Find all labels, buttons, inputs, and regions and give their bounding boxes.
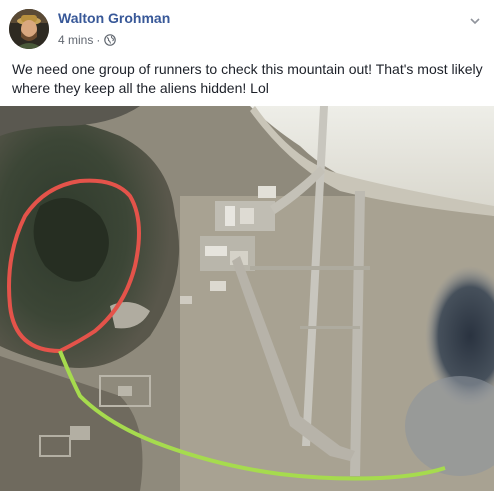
post-text: We need one group of runners to check th… (12, 61, 483, 96)
post-photo[interactable] (0, 106, 494, 491)
post-header: Walton Grohman 4 mins · (0, 0, 494, 56)
avatar-image (9, 9, 49, 49)
globe-icon[interactable] (104, 34, 117, 46)
facebook-post: Walton Grohman 4 mins · We need one grou… (0, 0, 494, 491)
chevron-down-icon[interactable] (468, 14, 482, 28)
post-time[interactable]: 4 mins (58, 33, 93, 47)
meta-separator: · (96, 33, 101, 47)
post-meta: 4 mins · (58, 32, 117, 48)
author-name[interactable]: Walton Grohman (58, 10, 170, 26)
satellite-map-image (0, 106, 494, 491)
avatar[interactable] (9, 9, 49, 49)
